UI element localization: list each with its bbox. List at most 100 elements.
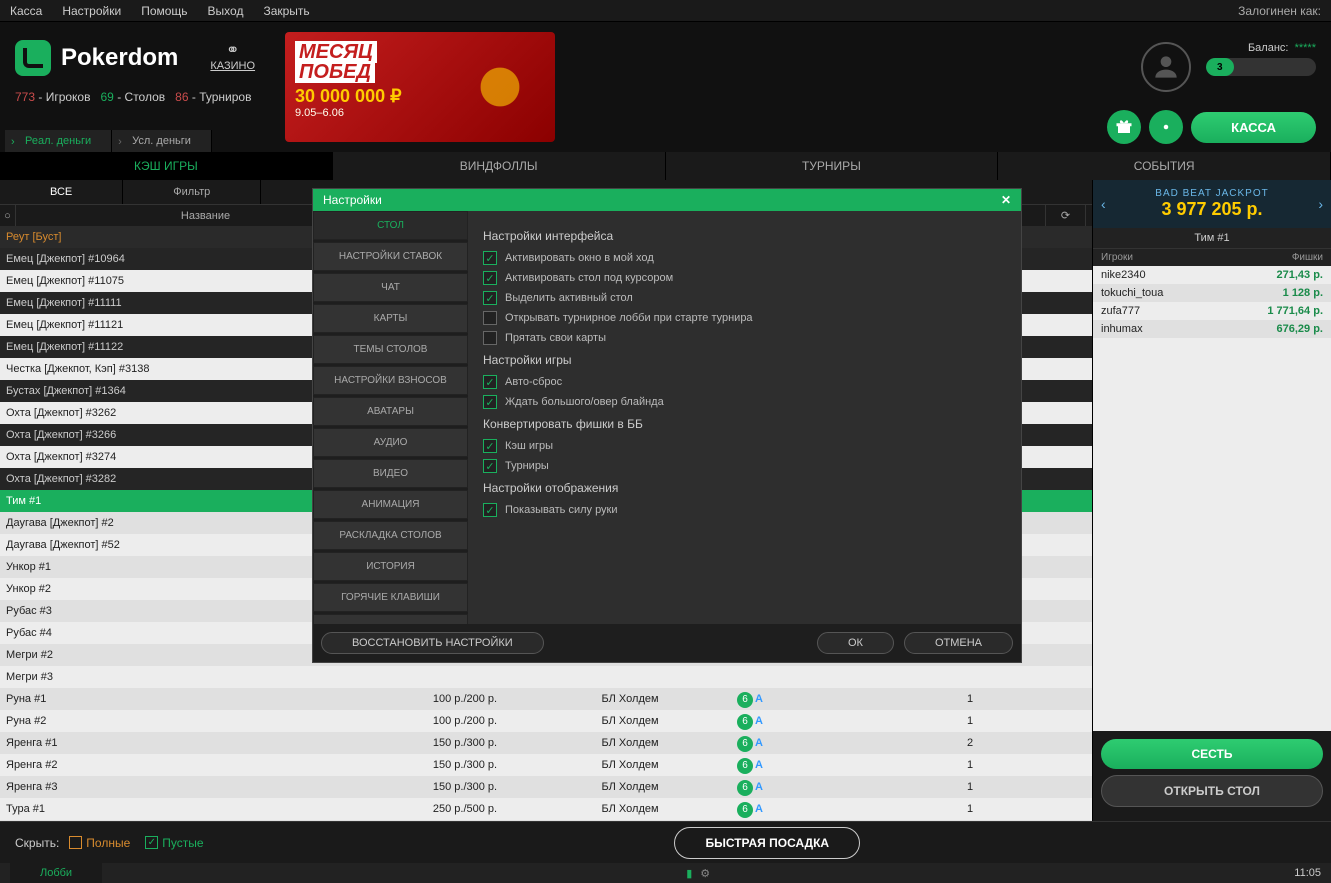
main-tabs: КЭШ ИГРЫ ВИНДФОЛЛЫ ТУРНИРЫ СОБЫТИЯ xyxy=(0,152,1331,180)
table-row[interactable]: Яренга #3150 p./300 p.БЛ Холдем6A1 xyxy=(0,776,1092,798)
bottom-bar: Скрыть: Полные Пустые БЫСТРАЯ ПОСАДКА xyxy=(0,821,1331,863)
jackpot-amount: 3 977 205 р. xyxy=(1101,199,1323,220)
option-checkbox[interactable]: Прятать свои карты xyxy=(483,331,1006,345)
logo[interactable]: Pokerdom xyxy=(15,40,178,76)
tab-events[interactable]: СОБЫТИЯ xyxy=(998,152,1331,180)
section-title: Настройки отображения xyxy=(483,481,1006,495)
login-status: Залогинен как: xyxy=(1238,4,1321,18)
option-checkbox[interactable]: Активировать стол под курсором xyxy=(483,271,1006,285)
player-row: zufa7771 771,64 p. xyxy=(1093,302,1331,320)
close-icon[interactable]: ✕ xyxy=(1001,193,1011,207)
settings-nav-item[interactable]: ЧАТ xyxy=(313,273,468,302)
restore-button[interactable]: ВОССТАНОВИТЬ НАСТРОЙКИ xyxy=(321,632,544,654)
settings-nav-item[interactable]: АУДИО xyxy=(313,428,468,457)
menu-Настройки[interactable]: Настройки xyxy=(62,4,121,18)
player-row: inhumax676,29 p. xyxy=(1093,320,1331,338)
settings-nav-item[interactable]: АВАТАРЫ xyxy=(313,397,468,426)
hide-full-checkbox[interactable]: Полные xyxy=(69,836,130,850)
gift-button[interactable] xyxy=(1107,110,1141,144)
casino-link[interactable]: ⚭ КАЗИНО xyxy=(210,40,255,72)
tab-cash[interactable]: КЭШ ИГРЫ xyxy=(0,152,333,180)
option-checkbox[interactable]: Кэш игры xyxy=(483,439,1006,453)
banner-prize: 30 000 000 ₽ xyxy=(295,86,545,107)
option-checkbox[interactable]: Открывать турнирное лобби при старте тур… xyxy=(483,311,1006,325)
table-row[interactable]: Руна #2100 p./200 p.БЛ Холдем6A1 xyxy=(0,710,1092,732)
settings-nav-item[interactable]: ТЕМЫ СТОЛОВ xyxy=(313,335,468,364)
option-checkbox[interactable]: Турниры xyxy=(483,459,1006,473)
option-checkbox[interactable]: Авто-сброс xyxy=(483,375,1006,389)
balance-label: Баланс: xyxy=(1248,42,1289,54)
hide-empty-checkbox[interactable]: Пустые xyxy=(145,836,203,850)
menu-Помощь[interactable]: Помощь xyxy=(141,4,187,18)
player-row: tokuchi_toua1 128 p. xyxy=(1093,284,1331,302)
table-row[interactable]: Яренга #2150 p./300 p.БЛ Холдем6A1 xyxy=(0,754,1092,776)
lobby-tab[interactable]: Лобби xyxy=(10,863,102,883)
banner-dates: 9.05–6.06 xyxy=(295,107,545,119)
player-cols: ИгрокиФишки xyxy=(1093,249,1331,266)
refresh-icon[interactable]: ⟳ xyxy=(1046,205,1086,226)
settings-nav-item[interactable]: РАСКЛАДКА СТОЛОВ xyxy=(313,521,468,550)
settings-nav-item[interactable]: КАРТЫ xyxy=(313,304,468,333)
balance-value: ***** xyxy=(1295,42,1316,54)
section-title: Настройки интерфейса xyxy=(483,229,1006,243)
tab-tournaments[interactable]: ТУРНИРЫ xyxy=(666,152,999,180)
gear-icon[interactable]: ⚙ xyxy=(700,867,710,880)
tab-windfalls[interactable]: ВИНДФОЛЛЫ xyxy=(333,152,666,180)
dialog-nav: СТОЛНАСТРОЙКИ СТАВОКЧАТКАРТЫТЕМЫ СТОЛОВН… xyxy=(313,211,468,624)
casino-label[interactable]: КАЗИНО xyxy=(210,60,255,72)
logo-icon xyxy=(15,40,51,76)
settings-nav-item[interactable]: АНИМАЦИЯ xyxy=(313,490,468,519)
settings-button[interactable] xyxy=(1149,110,1183,144)
real-money-tab[interactable]: ›Реал. деньги xyxy=(5,130,112,152)
settings-nav-item[interactable]: ГОРЯЧИЕ КЛАВИШИ xyxy=(313,583,468,612)
player-row: nike2340271,43 p. xyxy=(1093,266,1331,284)
open-table-button[interactable]: ОТКРЫТЬ СТОЛ xyxy=(1101,775,1323,807)
avatar[interactable] xyxy=(1141,42,1191,92)
table-row[interactable]: Тавда #6500 p./1 000 p.БЛ Холдем6A1 xyxy=(0,820,1092,821)
cashier-button[interactable]: КАССА xyxy=(1191,112,1316,143)
option-checkbox[interactable]: Ждать большого/овер блайнда xyxy=(483,395,1006,409)
settings-nav-item[interactable]: НАСТРОЙКИ ВЗНОСОВ xyxy=(313,366,468,395)
menu-Закрыть[interactable]: Закрыть xyxy=(263,4,309,18)
clock: 11:05 xyxy=(1294,867,1321,879)
dialog-content: Настройки интерфейса Активировать окно в … xyxy=(468,211,1021,624)
option-checkbox[interactable]: Показывать силу руки xyxy=(483,503,1006,517)
ok-button[interactable]: ОК xyxy=(817,632,894,654)
dialog-title: Настройки xyxy=(323,193,382,207)
checkbox-col[interactable]: ○ xyxy=(0,205,16,226)
settings-nav-item[interactable]: ИСТОРИЯ xyxy=(313,552,468,581)
table-row[interactable]: Тура #1250 p./500 p.БЛ Холдем6A1 xyxy=(0,798,1092,820)
brand-text: Pokerdom xyxy=(61,44,178,72)
menu-Касса[interactable]: Касса xyxy=(10,4,42,18)
topbar: Касса Настройки Помощь Выход Закрыть Залогин… xyxy=(0,0,1331,22)
cancel-button[interactable]: ОТМЕНА xyxy=(904,632,1013,654)
jackpot-widget: ‹ BAD BEAT JACKPOT 3 977 205 р. › xyxy=(1093,180,1331,228)
jackpot-next[interactable]: › xyxy=(1318,196,1323,212)
option-checkbox[interactable]: Активировать окно в мой ход xyxy=(483,251,1006,265)
promo-banner[interactable]: МЕСЯЦПОБЕД 30 000 000 ₽ 9.05–6.06 xyxy=(285,32,555,142)
section-title: Конвертировать фишки в ББ xyxy=(483,417,1006,431)
settings-nav-item[interactable]: НАСТРОЙКИ СТАВОК xyxy=(313,242,468,271)
status-icon[interactable]: ▮ xyxy=(686,867,692,880)
lobby-stats: 773 - Игроков 69 - Столов 86 - Турниров xyxy=(15,90,285,104)
table-row[interactable]: Яренга #1150 p./300 p.БЛ Холдем6A2 xyxy=(0,732,1092,754)
option-checkbox[interactable]: Выделить активный стол xyxy=(483,291,1006,305)
casino-icon: ⚭ xyxy=(210,40,255,60)
menu-Выход[interactable]: Выход xyxy=(208,4,244,18)
filter-custom[interactable]: Фильтр xyxy=(123,180,261,204)
selected-table-name: Тим #1 xyxy=(1093,228,1331,249)
jackpot-title: BAD BEAT JACKPOT xyxy=(1101,188,1323,199)
jackpot-prev[interactable]: ‹ xyxy=(1101,196,1106,212)
filter-all[interactable]: ВСЕ xyxy=(0,180,123,204)
section-title: Настройки игры xyxy=(483,353,1006,367)
quick-seat-button[interactable]: БЫСТРАЯ ПОСАДКА xyxy=(674,827,860,859)
table-row[interactable]: Руна #1100 p./200 p.БЛ Холдем6A1 xyxy=(0,688,1092,710)
settings-nav-item[interactable]: СТОЛ xyxy=(313,211,468,240)
statusbar: Лобби ▮ ⚙ 11:05 xyxy=(0,863,1331,883)
sit-button[interactable]: СЕСТЬ xyxy=(1101,739,1323,769)
settings-dialog: Настройки ✕ СТОЛНАСТРОЙКИ СТАВОКЧАТКАРТЫ… xyxy=(312,188,1022,663)
settings-nav-item[interactable]: ДРУГИЕ xyxy=(313,614,468,624)
play-money-tab[interactable]: ›Усл. деньги xyxy=(112,130,212,152)
table-row[interactable]: Мегри #3 xyxy=(0,666,1092,688)
settings-nav-item[interactable]: ВИДЕО xyxy=(313,459,468,488)
